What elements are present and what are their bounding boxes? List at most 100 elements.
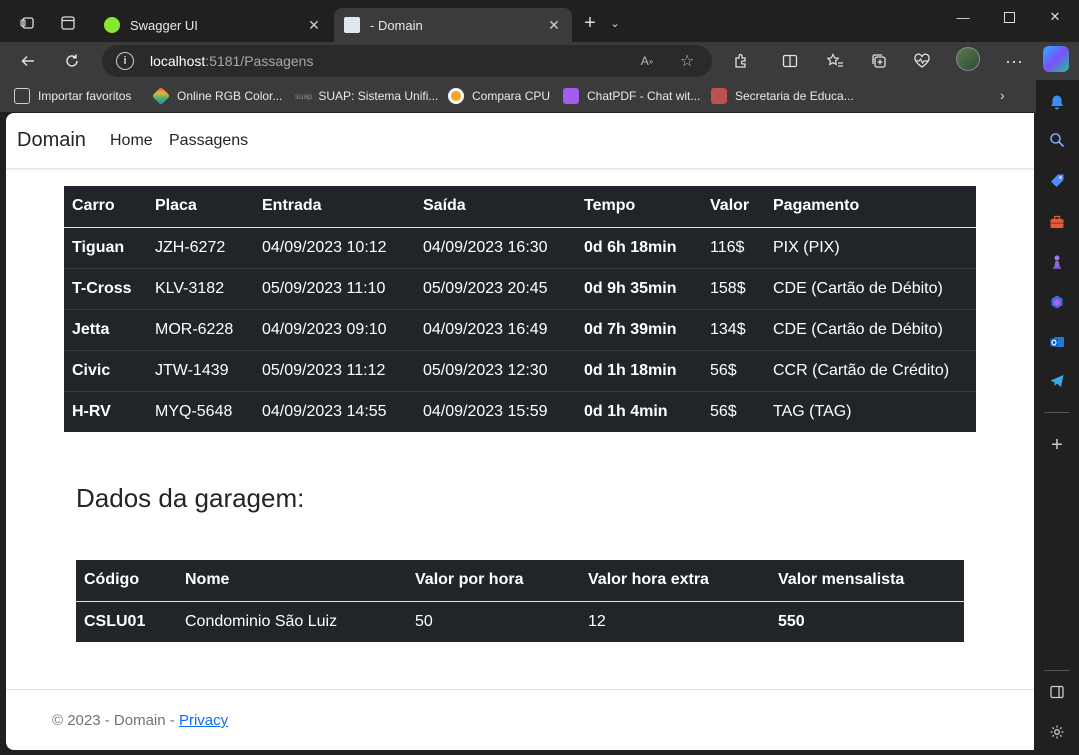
- favorite-star-icon[interactable]: ☆: [676, 51, 698, 71]
- privacy-link[interactable]: Privacy: [179, 712, 228, 729]
- extensions-icon[interactable]: [727, 48, 755, 74]
- page-favicon-icon: [344, 17, 360, 33]
- cell-saida: 05/09/2023 12:30: [415, 350, 576, 392]
- cell-valor: 134$: [702, 309, 765, 351]
- bookmark-chatpdf[interactable]: ChatPDF - Chat wit...: [563, 87, 700, 105]
- bookmark-secretaria[interactable]: Secretaria de Educa...: [711, 87, 854, 105]
- favorites-bar: Importar favoritos Online RGB Color... s…: [0, 80, 1036, 112]
- navbar-brand[interactable]: Domain: [17, 129, 86, 152]
- tab-list-chevron-icon[interactable]: ⌄: [603, 11, 627, 35]
- bookmarks-more-chevron-icon[interactable]: ›: [1000, 87, 1005, 103]
- cell-carro: Jetta: [64, 309, 147, 351]
- workspaces-icon[interactable]: [16, 11, 40, 35]
- cell-nome: Condominio São Luiz: [185, 612, 338, 630]
- column-header: Pagamento: [765, 186, 976, 228]
- site-navbar: Domain Home Passagens: [6, 113, 1034, 169]
- close-window-icon[interactable]: ✕: [1032, 4, 1078, 30]
- cell-entrada: 04/09/2023 09:10: [254, 309, 415, 351]
- cell-tempo: 0d 1h 4min: [584, 402, 668, 420]
- cell-pagamento: CDE (Cartão de Débito): [765, 268, 976, 310]
- tab-title: Swagger UI: [130, 17, 198, 33]
- column-header: Tempo: [576, 186, 702, 228]
- column-header: Entrada: [254, 186, 415, 228]
- tab-strip: Swagger UI ✕ - Domain ✕ + ⌄ — ✕: [0, 0, 1079, 46]
- tab-close-icon[interactable]: ✕: [546, 17, 562, 34]
- telegram-send-icon[interactable]: [1045, 369, 1069, 393]
- address-bar[interactable]: i localhost:5181/Passagens A» ☆: [102, 45, 712, 77]
- tab-domain[interactable]: - Domain ✕: [334, 8, 572, 42]
- table-row: T-Cross KLV-3182 05/09/2023 11:10 05/09/…: [64, 268, 976, 310]
- page-viewport: Domain Home Passagens Carro Placa Entrad…: [6, 113, 1034, 750]
- cell-carro: Tiguan: [64, 227, 147, 269]
- rgb-color-icon: [151, 86, 171, 106]
- tab-swagger[interactable]: Swagger UI ✕: [94, 8, 332, 42]
- tools-briefcase-icon[interactable]: [1045, 210, 1069, 234]
- back-icon[interactable]: [14, 48, 42, 74]
- cell-entrada: 04/09/2023 14:55: [262, 402, 387, 420]
- cell-pagamento: CCR (Cartão de Crédito): [765, 350, 976, 392]
- settings-more-icon[interactable]: ···: [1000, 48, 1028, 74]
- outlook-icon[interactable]: [1045, 330, 1069, 354]
- hide-sidebar-icon[interactable]: [1045, 680, 1069, 704]
- cell-valor: 56$: [710, 402, 737, 420]
- column-header: Código: [76, 560, 177, 602]
- bookmark-label: SUAP: Sistema Unifi...: [318, 89, 439, 103]
- cell-pagamento: PIX (PIX): [765, 227, 976, 269]
- cell-valor: 116$: [702, 227, 765, 269]
- cell-placa: MOR-6228: [147, 309, 254, 351]
- shopping-tag-icon[interactable]: [1045, 169, 1069, 193]
- cell-tempo: 0d 1h 18min: [576, 350, 702, 392]
- bookmark-compara-cpu[interactable]: Compara CPU: [448, 87, 550, 105]
- column-header: Valor mensalista: [770, 560, 964, 602]
- garagem-table: Código Nome Valor por hora Valor hora ex…: [76, 560, 964, 642]
- address-path: :5181/Passagens: [205, 53, 314, 69]
- table-row: Civic JTW-1439 05/09/2023 11:12 05/09/20…: [64, 350, 976, 392]
- copilot-icon[interactable]: [1043, 46, 1069, 72]
- cell-saida: 04/09/2023 16:30: [415, 227, 576, 269]
- table-row: Tiguan JZH-6272 04/09/2023 10:12 04/09/2…: [64, 227, 976, 269]
- cell-placa: JTW-1439: [147, 350, 254, 392]
- column-header: Nome: [177, 560, 407, 602]
- nav-link-home[interactable]: Home: [110, 132, 153, 150]
- collections-icon[interactable]: [865, 48, 893, 74]
- bookmark-label: Online RGB Color...: [177, 89, 283, 103]
- tab-close-icon[interactable]: ✕: [306, 17, 322, 34]
- bookmark-suap[interactable]: suap SUAP: Sistema Unifi...: [295, 87, 438, 105]
- site-info-icon[interactable]: i: [116, 52, 134, 70]
- suap-icon: suap: [295, 91, 313, 101]
- sidebar-settings-gear-icon[interactable]: [1045, 720, 1069, 744]
- new-tab-icon[interactable]: +: [578, 11, 602, 35]
- compara-cpu-icon: [448, 88, 464, 104]
- split-screen-icon[interactable]: [776, 48, 804, 74]
- folder-import-icon: [14, 88, 30, 104]
- nav-link-passagens[interactable]: Passagens: [169, 132, 248, 150]
- bookmark-rgb-color[interactable]: Online RGB Color...: [151, 86, 283, 106]
- sidebar-divider: [1044, 412, 1070, 413]
- secretaria-icon: [711, 88, 727, 104]
- cell-valor: 56$: [702, 350, 765, 392]
- cell-entrada: 05/09/2023 11:10: [254, 268, 415, 310]
- add-sidebar-app-icon[interactable]: +: [1045, 433, 1069, 457]
- cell-placa: JZH-6272: [147, 227, 254, 269]
- games-chess-icon[interactable]: [1045, 250, 1069, 274]
- refresh-icon[interactable]: [58, 48, 86, 74]
- search-icon[interactable]: [1045, 128, 1069, 152]
- notification-bell-icon[interactable]: [1045, 90, 1069, 114]
- table-header-row: Carro Placa Entrada Saída Tempo Valor Pa…: [64, 186, 976, 228]
- column-header: Valor hora extra: [580, 560, 770, 602]
- profile-avatar[interactable]: [956, 47, 980, 71]
- sidebar-divider: [1044, 670, 1070, 671]
- favorites-icon[interactable]: [821, 48, 849, 74]
- browser-toolbar: i localhost:5181/Passagens A» ☆ ···: [0, 42, 1079, 80]
- browser-essentials-icon[interactable]: [908, 48, 936, 74]
- cell-tempo: 0d 9h 35min: [576, 268, 702, 310]
- microsoft-365-icon[interactable]: [1045, 290, 1069, 314]
- maximize-icon[interactable]: [986, 4, 1032, 30]
- site-footer: © 2023 - Domain - Privacy: [6, 689, 1034, 750]
- bookmark-import[interactable]: Importar favoritos: [14, 87, 131, 105]
- read-aloud-icon[interactable]: A»: [636, 51, 658, 71]
- tab-actions-icon[interactable]: [56, 11, 80, 35]
- minimize-icon[interactable]: —: [940, 4, 986, 30]
- column-header: Valor por hora: [407, 560, 580, 602]
- cell-carro: H-RV: [72, 402, 111, 420]
